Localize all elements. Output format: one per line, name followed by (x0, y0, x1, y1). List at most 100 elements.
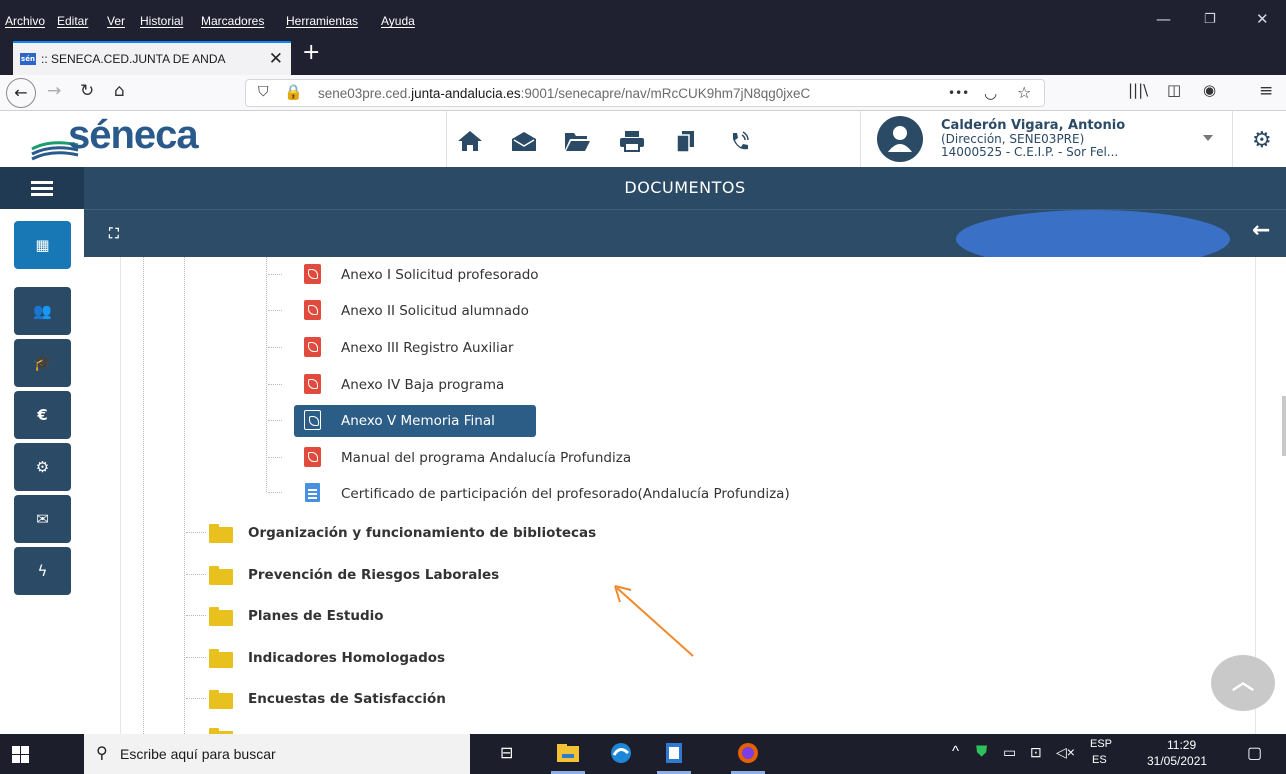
tree-item-anexo-i[interactable]: Anexo I Solicitud profesorado (341, 267, 539, 283)
copy-documents-icon[interactable] (672, 129, 700, 153)
tree-branch (186, 574, 206, 575)
menu-ver[interactable]: Ver (107, 14, 125, 28)
task-view-icon[interactable]: ⊟ (500, 743, 513, 762)
library-icon[interactable]: |||\ (1128, 81, 1148, 99)
sidebar-item-settings[interactable]: ⚙ (14, 443, 71, 491)
back-button[interactable]: ← (6, 78, 36, 108)
minimize-button[interactable]: — (1156, 10, 1171, 28)
network-icon[interactable]: ⊡ (1030, 744, 1042, 761)
user-dropdown-caret-icon[interactable] (1203, 135, 1213, 141)
tree-branch (268, 457, 282, 458)
tree-item-anexo-ii[interactable]: Anexo II Solicitud alumnado (341, 303, 529, 319)
annotation-arrow-icon (614, 585, 694, 657)
restore-button[interactable]: ❐ (1204, 12, 1216, 27)
document-icon (305, 483, 320, 502)
volume-muted-icon[interactable]: ◁× (1056, 744, 1075, 761)
language-bottom[interactable]: ES (1092, 754, 1107, 766)
security-shield-icon[interactable]: ⛊ (976, 743, 987, 760)
scroll-to-top-button[interactable]: ︿ (1211, 655, 1275, 711)
tree-guide (143, 257, 144, 734)
pocket-icon[interactable]: ◡ (984, 84, 997, 102)
tree-branch (268, 310, 282, 311)
forward-button[interactable]: → (47, 81, 61, 101)
menu-archivo[interactable]: Archivo (5, 14, 45, 28)
tree-folder-indicadores[interactable]: Indicadores Homologados (248, 650, 445, 666)
url-text[interactable]: sene03pre.ced.junta-andalucia.es:9001/se… (318, 86, 878, 101)
app-header: séneca Calderón Vigara, Antonio (Direcci… (0, 111, 1286, 167)
file-explorer-icon[interactable] (555, 741, 581, 765)
tree-folder-bibliotecas[interactable]: Organización y funcionamiento de bibliot… (248, 525, 596, 541)
menu-ayuda[interactable]: Ayuda (381, 14, 415, 28)
taskbar-search-box[interactable]: ⚲ Escribe aquí para buscar (84, 734, 470, 774)
new-tab-button[interactable]: + (302, 40, 320, 65)
tree-item-anexo-v[interactable]: Anexo V Memoria Final (341, 413, 495, 429)
bookmark-star-icon[interactable]: ☆ (1017, 83, 1031, 102)
tab-bar: sén :: SENECA.CED.JUNTA DE ANDA ✕ + (0, 37, 1286, 75)
sidebar-item-quick[interactable]: ϟ (14, 547, 71, 595)
tree-folder-planes[interactable]: Planes de Estudio (248, 608, 384, 624)
reload-button[interactable]: ↻ (80, 81, 94, 101)
menu-herramientas[interactable]: Herramientas (286, 14, 358, 28)
close-window-button[interactable]: ✕ (1256, 10, 1269, 28)
tab-seneca[interactable]: sén :: SENECA.CED.JUNTA DE ANDA ✕ (13, 41, 291, 75)
notepad-icon[interactable] (661, 741, 687, 765)
tree-folder-encuestas[interactable]: Encuestas de Satisfacción (248, 691, 446, 707)
tree-branch (186, 615, 206, 616)
menu-editar[interactable]: Editar (57, 14, 88, 28)
tree-branch (186, 657, 206, 658)
scrollbar-thumb[interactable] (1282, 396, 1286, 456)
menu-marcadores[interactable]: Marcadores (201, 14, 264, 28)
fullscreen-expand-icon[interactable]: ⛶ (109, 226, 119, 242)
sidebar-item-center[interactable]: ▦ (14, 221, 71, 269)
home-icon[interactable] (456, 129, 484, 153)
search-placeholder: Escribe aquí para buscar (120, 746, 276, 762)
battery-icon[interactable]: ▭ (1003, 744, 1016, 761)
windows-start-icon[interactable] (12, 746, 29, 763)
tree-item-certificado[interactable]: Certificado de participación del profeso… (341, 486, 790, 502)
phone-icon[interactable] (726, 129, 754, 153)
menu-bar: Archivo Editar Ver Historial Marcadores … (0, 0, 1286, 37)
user-name[interactable]: Calderón Vigara, Antonio (941, 118, 1125, 133)
search-icon: ⚲ (96, 743, 108, 762)
insecure-lock-icon[interactable]: 🔒 (284, 83, 303, 101)
tree-branch (186, 698, 206, 699)
firefox-icon[interactable] (735, 741, 761, 765)
seneca-logo[interactable]: séneca (68, 113, 199, 158)
sidebar-item-messages[interactable]: ✉ (14, 495, 71, 543)
edge-browser-icon[interactable] (608, 741, 634, 765)
home-button[interactable]: ⌂ (114, 81, 125, 101)
mail-open-icon[interactable] (510, 129, 538, 153)
notifications-icon[interactable]: ▢ (1247, 743, 1262, 763)
shield-icon[interactable]: ⛉ (258, 84, 269, 100)
sidebar-item-people[interactable]: 👥 (14, 287, 71, 335)
print-icon[interactable] (618, 129, 646, 153)
sidebar-icon[interactable]: ◫ (1167, 81, 1181, 99)
page-actions-icon[interactable]: ••• (948, 86, 969, 100)
tree-item-anexo-iv[interactable]: Anexo IV Baja programa (341, 377, 504, 393)
extension-icon[interactable]: ◉ (1203, 81, 1216, 99)
tree-folder-riesgos[interactable]: Prevención de Riesgos Laborales (248, 567, 499, 583)
page-title: DOCUMENTOS (624, 178, 746, 197)
folder-open-icon[interactable] (563, 129, 591, 153)
close-tab-icon[interactable]: ✕ (269, 49, 283, 69)
language-top[interactable]: ESP (1090, 738, 1112, 750)
seneca-favicon-icon: sén (20, 53, 36, 65)
app-menu-icon[interactable]: ≡ (1259, 81, 1273, 101)
tree-branch (186, 532, 206, 533)
tree-item-anexo-iii[interactable]: Anexo III Registro Auxiliar (341, 340, 514, 356)
tree-item-manual[interactable]: Manual del programa Andalucía Profundiza (341, 450, 631, 466)
sidebar-item-students[interactable]: 🎓 (14, 339, 71, 387)
settings-gear-icon[interactable]: ⚙ (1252, 128, 1272, 153)
header-divider (860, 111, 861, 167)
tray-chevron-icon[interactable]: ^ (952, 743, 959, 760)
address-bar[interactable]: ⛉ 🔒 sene03pre.ced.junta-andalucia.es:900… (245, 79, 1045, 107)
tree-branch (268, 420, 282, 421)
tree-guide (184, 257, 185, 734)
section-title-bar: DOCUMENTOS (0, 167, 1286, 209)
sidebar-item-finance[interactable]: € (14, 391, 71, 439)
user-avatar[interactable] (877, 116, 923, 162)
menu-historial[interactable]: Historial (140, 14, 183, 28)
back-arrow-icon[interactable]: ← (1252, 218, 1270, 243)
clock-date[interactable]: 31/05/2021 (1147, 754, 1207, 768)
clock-time[interactable]: 11:29 (1167, 738, 1196, 752)
